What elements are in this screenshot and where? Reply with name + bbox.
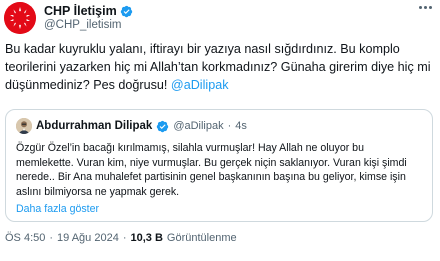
verified-badge-icon[interactable]	[120, 5, 133, 18]
author-handle[interactable]: @CHP_iletisim	[44, 19, 122, 31]
tweet-date[interactable]: 19 Ağu 2024	[57, 232, 119, 244]
mention-link[interactable]: @aDilipak	[171, 78, 229, 92]
quote-text: Özgür Özel’in bacağı kırılmamış, silahla…	[16, 142, 407, 198]
author-name-row: CHP İletişim	[44, 3, 133, 19]
person-avatar-icon	[16, 118, 32, 134]
quoted-tweet[interactable]: Abdurrahman Dilipak @aDilipak · 4s Özgür…	[5, 109, 433, 222]
author-name[interactable]: CHP İletişim	[44, 4, 117, 18]
quote-timestamp[interactable]: 4s	[235, 120, 247, 132]
quote-author-handle[interactable]: @aDilipak	[173, 120, 223, 132]
quote-author-avatar[interactable]	[16, 118, 32, 134]
quote-verified-badge-icon	[157, 120, 169, 132]
view-count: 10,3 B	[130, 232, 163, 244]
quote-header: Abdurrahman Dilipak @aDilipak · 4s	[16, 118, 247, 134]
tweet: CHP İletişim @CHP_iletisim Bu kadar kuyr…	[0, 0, 440, 261]
tweet-meta: ÖS 4:50 · 19 Ağu 2024 · 10,3 B Görüntüle…	[5, 232, 237, 244]
tweet-time[interactable]: ÖS 4:50	[5, 232, 45, 244]
quote-separator: ·	[227, 120, 232, 132]
author-avatar[interactable]	[4, 2, 36, 34]
chp-logo-icon	[4, 2, 36, 34]
tweet-text: Bu kadar kuyruklu yalanı, iftirayı bir y…	[5, 40, 433, 94]
view-count-label: Görüntülenme	[166, 232, 237, 244]
more-options-icon[interactable]	[419, 6, 432, 9]
quote-author-name[interactable]: Abdurrahman Dilipak	[36, 120, 152, 132]
meta-separator: ·	[122, 232, 127, 244]
meta-separator: ·	[49, 232, 54, 244]
show-more-link[interactable]: Daha fazla göster	[16, 203, 99, 215]
